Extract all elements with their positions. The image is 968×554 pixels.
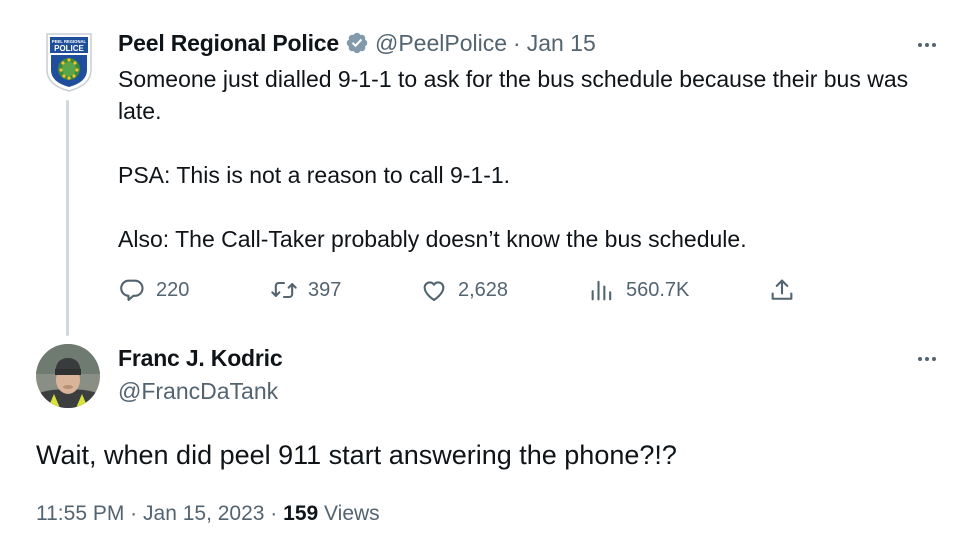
- meta-separator: ·: [270, 502, 278, 525]
- reply-views-label: Views: [318, 502, 380, 525]
- meta-separator: ·: [130, 502, 138, 525]
- views-count: 560.7K: [626, 278, 690, 301]
- tweet-paragraph: PSA: This is not a reason to call 9-1-1.: [118, 162, 511, 188]
- author-handle[interactable]: @PeelPolice: [375, 30, 507, 57]
- heart-icon: [423, 281, 445, 301]
- share-button[interactable]: [768, 274, 796, 306]
- badge-text-main: POLICE: [54, 44, 84, 53]
- tweet-time[interactable]: 11:55 PM: [36, 502, 124, 525]
- original-tweet-text: Someone just dialled 9-1-1 to ask for th…: [118, 63, 938, 255]
- more-dot-icon: [932, 43, 936, 47]
- more-dot-icon: [932, 357, 936, 361]
- reply-tweet-text: Wait, when did peel 911 start answering …: [36, 440, 677, 470]
- more-dot-icon: [925, 43, 929, 47]
- author-name[interactable]: Peel Regional Police: [118, 30, 339, 57]
- police-badge-avatar[interactable]: PEEL REGIONAL POLICE: [44, 30, 94, 92]
- retweet-count: 397: [308, 278, 342, 301]
- more-dot-icon: [918, 43, 922, 47]
- like-button[interactable]: 2,628: [420, 274, 508, 306]
- user-photo: [36, 344, 100, 408]
- share-icon: [771, 279, 793, 300]
- reply-author-name[interactable]: Franc J. Kodric: [118, 345, 283, 372]
- retweet-icon: [271, 281, 297, 299]
- tweet-paragraph: Someone just dialled 9-1-1 to ask for th…: [118, 66, 909, 124]
- tweet-meta: 11:55 PM · Jan 15, 2023 · 159 Views: [36, 502, 380, 526]
- views-chart-icon: [591, 280, 612, 301]
- reply-count: 220: [156, 278, 190, 301]
- reply-author-handle[interactable]: @FrancDaTank: [118, 378, 278, 405]
- like-count: 2,628: [458, 278, 509, 301]
- original-tweet-header: Peel Regional Police @PeelPolice · Jan 1…: [118, 28, 596, 58]
- more-options-button[interactable]: [912, 34, 942, 56]
- more-dot-icon: [918, 357, 922, 361]
- verified-badge-icon: [346, 32, 368, 54]
- tweet-action-bar: 220 397 2,628 560.7K: [118, 274, 808, 306]
- tweet-date[interactable]: Jan 15: [527, 30, 596, 57]
- views-button[interactable]: 560.7K: [588, 274, 689, 306]
- header-separator: ·: [513, 29, 521, 56]
- retweet-button[interactable]: 397: [270, 274, 341, 306]
- tweet-full-date[interactable]: Jan 15, 2023: [143, 502, 264, 525]
- reply-icon: [120, 279, 144, 301]
- reply-views-count: 159: [283, 502, 319, 525]
- tweet-paragraph: Also: The Call-Taker probably doesn’t kn…: [118, 226, 747, 252]
- police-badge-icon: PEEL REGIONAL POLICE: [46, 33, 92, 92]
- reply-button[interactable]: 220: [118, 274, 189, 306]
- thread-line: [66, 100, 69, 336]
- reply-more-options-button[interactable]: [912, 348, 942, 370]
- user-avatar[interactable]: [36, 344, 100, 408]
- more-dot-icon: [925, 357, 929, 361]
